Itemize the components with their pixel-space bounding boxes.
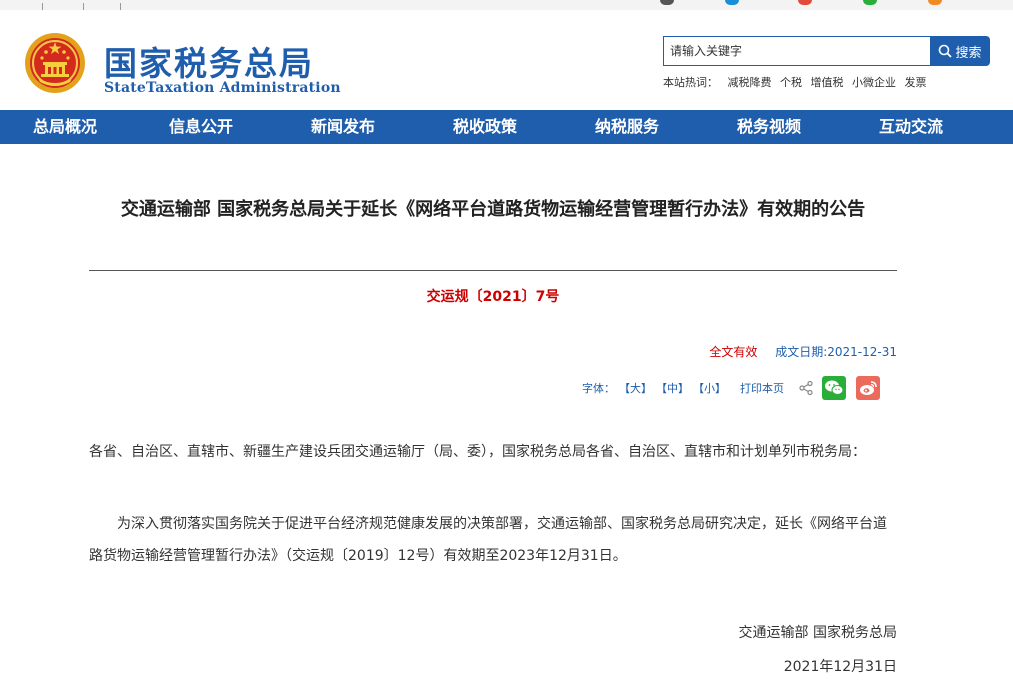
top-strip-divider <box>120 3 121 10</box>
hotword-link[interactable]: 小微企业 <box>852 76 896 89</box>
hotword-link[interactable]: 减税降费 <box>728 76 772 89</box>
font-size-label: 字体： <box>582 382 615 395</box>
top-strip-divider <box>83 3 84 10</box>
search-button-label: 搜索 <box>955 45 982 61</box>
font-size-small-button[interactable]: 【小】 <box>693 380 726 396</box>
top-link-icon[interactable] <box>863 0 877 5</box>
main-nav: 总局概况 信息公开 新闻发布 税收政策 纳税服务 税务视频 互动交流 <box>0 110 1013 144</box>
nav-item-tax-video[interactable]: 税务视频 <box>698 110 840 144</box>
article-tools: 字体： 【大】 【中】 【小】 打印本页 <box>582 376 880 400</box>
nav-item-taxpayer-service[interactable]: 纳税服务 <box>556 110 698 144</box>
font-size-medium-button[interactable]: 【中】 <box>656 380 689 396</box>
hotword-link[interactable]: 发票 <box>905 76 927 89</box>
document-number: 交运规〔2021〕7号 <box>426 289 560 305</box>
hotwords-label: 本站热词： <box>663 76 718 89</box>
search-button[interactable]: 搜索 <box>930 36 990 66</box>
site-logo-title[interactable]: 国家税务总局 <box>104 37 314 85</box>
top-strip-divider <box>42 3 43 10</box>
site-header: 国家税务总局 StateTaxation Administration 搜索 本… <box>0 10 1013 110</box>
search-input[interactable] <box>663 36 942 66</box>
hotword-link[interactable]: 增值税 <box>811 76 844 89</box>
title-divider <box>89 270 897 271</box>
wechat-share-button[interactable] <box>822 376 846 400</box>
nav-item-info-disclosure[interactable]: 信息公开 <box>130 110 272 144</box>
hotword-link[interactable]: 个税 <box>780 76 802 89</box>
top-link-icon[interactable] <box>928 0 942 5</box>
hotwords-bar: 本站热词： 减税降费 个税 增值税 小微企业 发票 <box>663 74 932 90</box>
wechat-icon <box>825 380 844 395</box>
top-strip <box>0 0 1013 10</box>
issue-date: 成文日期:2021-12-31 <box>775 345 897 359</box>
top-link-icon[interactable] <box>725 0 739 5</box>
article-paragraph-addressees: 各省、自治区、直辖市、新疆生产建设兵团交通运输厅（局、委），国家税务总局各省、自… <box>89 444 866 460</box>
print-page-button[interactable]: 打印本页 <box>740 380 784 396</box>
weibo-share-button[interactable] <box>856 376 880 400</box>
site-logo-subtitle[interactable]: StateTaxation Administration <box>104 80 341 96</box>
validity-status: 全文有效 <box>709 345 758 359</box>
search-icon <box>939 44 953 58</box>
nav-item-tax-policy[interactable]: 税收政策 <box>414 110 556 144</box>
top-link-icon[interactable] <box>798 0 812 5</box>
article-signature-date: 2021年12月31日 <box>783 659 897 675</box>
nav-item-interaction[interactable]: 互动交流 <box>840 110 982 144</box>
article-paragraph-body: 为深入贯彻落实国务院关于促进平台经济规范健康发展的决策部署，交通运输部、国家税务… <box>89 516 887 564</box>
article-title: 交通运输部 国家税务总局关于延长《网络平台道路货物运输经营管理暂行办法》有效期的… <box>120 199 866 220</box>
top-link-icon[interactable] <box>660 0 674 5</box>
article-signature: 交通运输部 国家税务总局 <box>738 625 897 641</box>
weibo-icon <box>860 381 877 395</box>
font-size-large-button[interactable]: 【大】 <box>619 380 652 396</box>
nav-item-overview[interactable]: 总局概况 <box>0 110 130 144</box>
national-emblem-icon[interactable] <box>24 32 86 94</box>
share-icon[interactable] <box>798 380 814 396</box>
search-bar: 搜索 <box>663 36 990 66</box>
article-status-row: 全文有效 成文日期:2021-12-31 <box>709 343 897 360</box>
nav-item-news[interactable]: 新闻发布 <box>272 110 414 144</box>
